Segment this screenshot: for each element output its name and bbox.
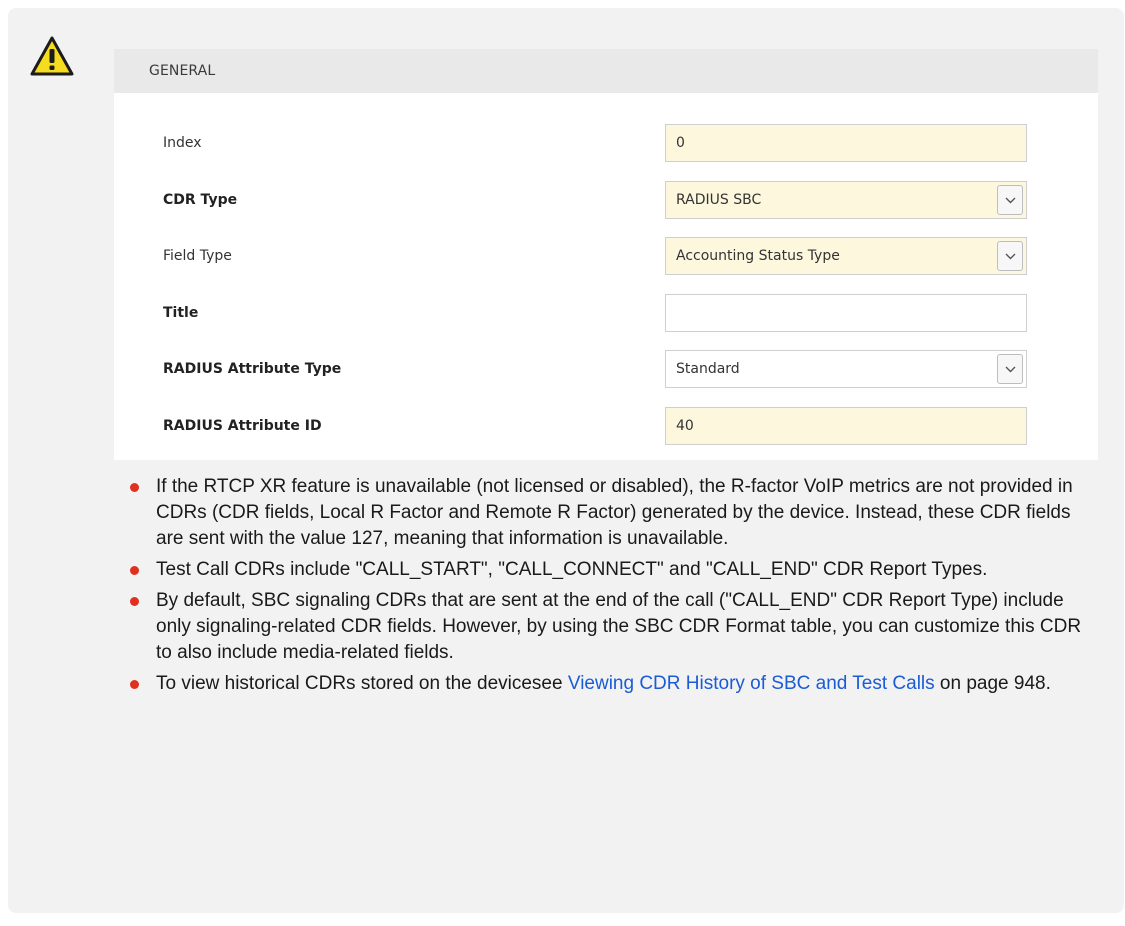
radius-attribute-type-select[interactable]: Standard [665,350,1027,388]
note-text-suffix: on page 948. [934,673,1051,694]
list-item: Test Call CDRs include "CALL_START", "CA… [130,557,1090,583]
notes-list: If the RTCP XR feature is unavailable (n… [130,474,1090,702]
chevron-down-icon [1005,197,1016,204]
bullet-icon [130,680,139,689]
bullet-icon [130,483,139,492]
field-label-field-type: Field Type [163,248,232,264]
radius-attribute-type-dropdown-button[interactable] [997,354,1023,384]
note-text: To view historical CDRs stored on the de… [156,673,568,694]
bullet-icon [130,566,139,575]
field-label-radius-attribute-id: RADIUS Attribute ID [163,418,322,434]
field-label-cdr-type: CDR Type [163,192,238,208]
note-text: By default, SBC signaling CDRs that are … [156,590,1082,663]
chevron-down-icon [1005,253,1016,260]
warning-triangle-icon [30,36,74,76]
cdr-type-select[interactable]: RADIUS SBC [665,181,1027,219]
field-row-title: Title [114,294,1098,334]
radius-attribute-type-value: Standard [676,361,740,377]
field-label-title: Title [163,305,199,321]
field-type-value: Accounting Status Type [676,248,840,264]
panel-header: GENERAL [114,49,1098,93]
field-row-index: Index 0 [114,124,1098,164]
index-value: 0 [676,135,685,151]
index-input[interactable]: 0 [665,124,1027,162]
cdr-type-dropdown-button[interactable] [997,185,1023,215]
panel-header-label: GENERAL [149,63,216,79]
list-item: If the RTCP XR feature is unavailable (n… [130,474,1090,552]
bullet-icon [130,597,139,606]
note-text: If the RTCP XR feature is unavailable (n… [156,476,1073,549]
cdr-type-value: RADIUS SBC [676,192,762,208]
chevron-down-icon [1005,366,1016,373]
list-item: To view historical CDRs stored on the de… [130,671,1090,697]
field-row-radius-attribute-type: RADIUS Attribute Type Standard [114,350,1098,390]
field-row-field-type: Field Type Accounting Status Type [114,237,1098,277]
field-row-cdr-type: CDR Type RADIUS SBC [114,181,1098,221]
field-type-select[interactable]: Accounting Status Type [665,237,1027,275]
viewing-cdr-history-link[interactable]: Viewing CDR History of SBC and Test Call… [568,673,935,694]
list-item: By default, SBC signaling CDRs that are … [130,588,1090,666]
radius-attribute-id-input[interactable]: 40 [665,407,1027,445]
title-input[interactable] [665,294,1027,332]
radius-attribute-id-value: 40 [676,418,694,434]
general-settings-panel: GENERAL Index 0 CDR Type RADIUS SBC Fiel… [114,49,1098,460]
field-label-radius-attribute-type: RADIUS Attribute Type [163,361,342,377]
note-text: Test Call CDRs include "CALL_START", "CA… [156,559,988,580]
field-label-index: Index [163,135,202,151]
field-row-radius-attribute-id: RADIUS Attribute ID 40 [114,407,1098,447]
field-type-dropdown-button[interactable] [997,241,1023,271]
